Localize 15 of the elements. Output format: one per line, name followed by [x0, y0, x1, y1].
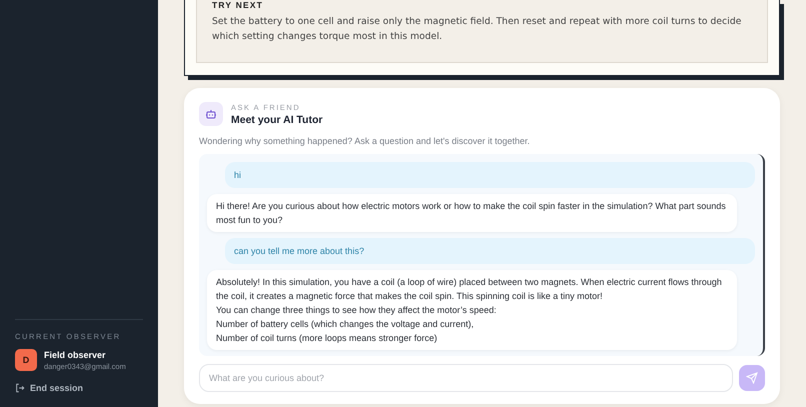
send-button[interactable] [739, 365, 765, 391]
tutor-message: Absolutely! In this simulation, you have a coil (a loop of wire) placed between two magnets. When electric current flows through the coil, it creates a magnetic force that makes the coil spin. This spinning coil is like a tiny motor! You can change three things to see how they affect the motor’s speed: Number of battery cells (which changes the voltage and current), Number of coil turns (more loops means stronger force) [207, 270, 737, 350]
tutor-description: Wondering why something happened? Ask a question and let's discover it together. [199, 136, 531, 146]
user-message: can you tell me more about this? [225, 238, 755, 264]
question-input[interactable]: What are you curious about? [199, 364, 733, 392]
logout-icon [15, 383, 25, 393]
try-next-text: Set the battery to one cell and raise only the magnetic field. Then reset and repeat with more coil turns to decide which setting changes torque most in this model. [212, 15, 742, 44]
tutor-message: Hi there! Are you curious about how electric motors work or how to make the coil spin faster in the simulation? What part sounds most fun to you? [207, 194, 737, 232]
try-next-heading: TRY NEXT [212, 0, 264, 10]
user-message: hi [225, 162, 755, 188]
tutor-title: Meet your AI Tutor [231, 114, 323, 126]
end-session-button[interactable]: End session [15, 383, 143, 393]
avatar: D [15, 349, 37, 371]
observer-name: Field observer [44, 350, 107, 360]
send-icon [746, 372, 758, 384]
